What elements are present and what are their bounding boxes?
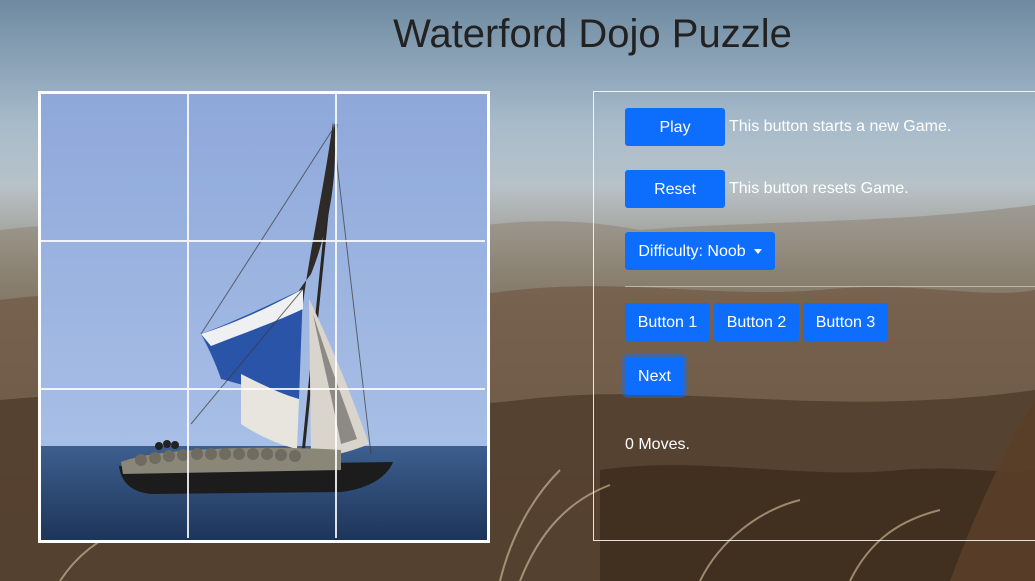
reset-button[interactable]: Reset xyxy=(625,170,725,208)
puzzle-tile-5[interactable] xyxy=(189,242,337,390)
difficulty-dropdown[interactable]: Difficulty: Noob xyxy=(625,232,775,270)
next-button[interactable]: Next xyxy=(625,357,684,395)
button-2[interactable]: Button 2 xyxy=(714,303,799,341)
moves-counter: 0 Moves. xyxy=(625,436,690,453)
play-description: This button starts a new Game. xyxy=(729,118,952,135)
puzzle-board xyxy=(38,91,490,543)
puzzle-tile-2[interactable] xyxy=(189,94,337,242)
page-title: Waterford Dojo Puzzle xyxy=(393,12,792,56)
puzzle-tile-7[interactable] xyxy=(41,390,189,538)
puzzle-tile-8[interactable] xyxy=(189,390,337,538)
caret-down-icon xyxy=(753,249,762,255)
reset-description: This button resets Game. xyxy=(729,180,909,197)
play-button[interactable]: Play xyxy=(625,108,725,146)
button-1[interactable]: Button 1 xyxy=(625,303,710,341)
difficulty-label: Difficulty: Noob xyxy=(638,243,746,260)
puzzle-tile-6[interactable] xyxy=(337,242,485,390)
button-3[interactable]: Button 3 xyxy=(803,303,888,341)
panel-divider xyxy=(625,286,1035,287)
puzzle-tile-3[interactable] xyxy=(337,94,485,242)
puzzle-tile-9[interactable] xyxy=(337,390,485,538)
puzzle-tile-1[interactable] xyxy=(41,94,189,242)
puzzle-tile-4[interactable] xyxy=(41,242,189,390)
